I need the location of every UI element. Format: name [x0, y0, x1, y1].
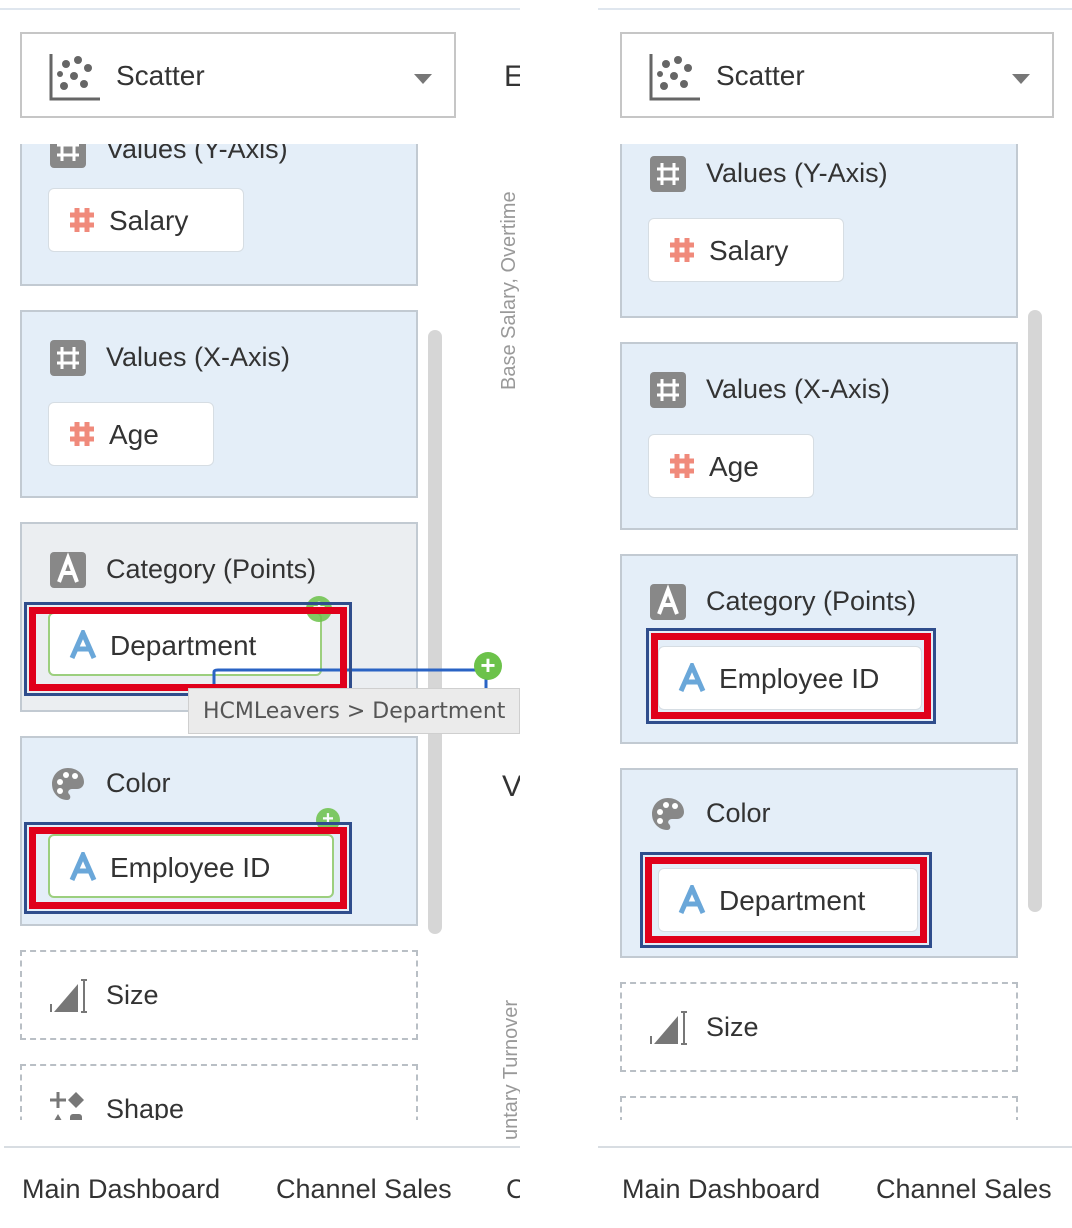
- salary-pill[interactable]: Salary: [48, 188, 244, 252]
- top-divider: [598, 8, 1072, 10]
- highlight-box-color: [24, 822, 352, 914]
- pill-label: Salary: [709, 235, 789, 266]
- hash-icon: [670, 238, 694, 262]
- palette-icon: [652, 798, 684, 830]
- x-axis-section[interactable]: Values (X-Axis) Age: [620, 342, 1018, 530]
- color-label: Color: [106, 768, 171, 798]
- y-axis-section[interactable]: Values (Y-Axis) Salary: [20, 144, 418, 286]
- size-icon: [50, 979, 87, 1013]
- canvas-second-title-partial: V: [502, 770, 520, 803]
- color-label: Color: [706, 798, 771, 828]
- text-a-box-icon: [650, 584, 686, 620]
- size-label: Size: [706, 1012, 759, 1042]
- size-drop-zone[interactable]: Size: [620, 982, 1018, 1072]
- tab-main-dashboard[interactable]: Main Dashboard: [622, 1174, 820, 1205]
- highlight-box-category: [24, 602, 352, 696]
- highlight-box-category: [646, 628, 936, 724]
- pill-label: Salary: [109, 205, 189, 236]
- tab-divider: [4, 1146, 520, 1148]
- age-pill[interactable]: Age: [48, 402, 214, 466]
- chart-type-label: Scatter: [116, 60, 205, 91]
- pill-label: Age: [109, 419, 159, 450]
- size-label: Size: [106, 980, 159, 1010]
- x-axis-section[interactable]: Values (X-Axis) Age: [20, 310, 418, 498]
- scatter-chart-icon: [649, 54, 700, 101]
- tab-divider: [598, 1146, 1072, 1148]
- size-drop-zone[interactable]: Size: [20, 950, 418, 1040]
- right-panel: Scatter Values (Y-Axis) Salary Values (X…: [598, 0, 1072, 1228]
- scrollbar[interactable]: [428, 330, 442, 934]
- tab-partial[interactable]: C: [506, 1174, 520, 1205]
- hash-box-icon: [50, 144, 86, 168]
- top-divider: [0, 8, 520, 10]
- shape-icon: [50, 1092, 84, 1120]
- hash-box-icon: [50, 340, 86, 376]
- add-plus-icon: +: [474, 652, 502, 680]
- age-pill[interactable]: Age: [648, 434, 814, 498]
- salary-pill[interactable]: Salary: [648, 218, 844, 282]
- drag-tooltip: HCMLeavers > Department: [188, 688, 520, 734]
- tab-channel-sales[interactable]: Channel Sales: [876, 1174, 1052, 1205]
- category-label: Category (Points): [706, 586, 917, 616]
- hash-box-icon: [650, 372, 686, 408]
- highlight-box-color: [640, 852, 932, 948]
- scatter-chart-icon: [49, 54, 100, 101]
- chart-type-dropdown[interactable]: Scatter: [20, 32, 456, 118]
- text-a-box-icon: [50, 552, 86, 588]
- tab-channel-sales[interactable]: Channel Sales: [276, 1174, 452, 1205]
- hash-icon: [70, 208, 94, 232]
- y-axis-label: Values (Y-Axis): [106, 144, 288, 164]
- y-axis-section[interactable]: Values (Y-Axis) Salary: [620, 144, 1018, 318]
- hash-icon: [70, 422, 94, 446]
- shape-drop-zone[interactable]: [620, 1096, 1018, 1120]
- hash-box-icon: [650, 156, 686, 192]
- tab-main-dashboard[interactable]: Main Dashboard: [22, 1174, 220, 1205]
- size-icon: [650, 1011, 687, 1045]
- chevron-down-icon[interactable]: [414, 74, 432, 84]
- left-panel: Scatter Values (Y-Axis) Salary Values (X…: [0, 0, 520, 1228]
- pill-label: Age: [709, 451, 759, 482]
- chart-type-dropdown[interactable]: Scatter: [620, 32, 1054, 118]
- shape-label: Shape: [106, 1094, 185, 1120]
- scrollbar[interactable]: [1028, 310, 1042, 912]
- lower-axis-title-partial: untary Turnover: [500, 999, 520, 1140]
- x-axis-label: Values (X-Axis): [106, 342, 291, 372]
- y-axis-title-partial: Base Salary, Overtime: [498, 191, 520, 390]
- palette-icon: [52, 768, 84, 800]
- hash-icon: [670, 454, 694, 478]
- y-axis-label: Values (Y-Axis): [706, 158, 888, 188]
- x-axis-label: Values (X-Axis): [706, 374, 891, 404]
- chevron-down-icon[interactable]: [1012, 74, 1030, 84]
- chart-type-label: Scatter: [716, 60, 805, 91]
- shape-drop-zone[interactable]: Shape: [20, 1064, 418, 1120]
- category-label: Category (Points): [106, 554, 317, 584]
- canvas-title-partial: E: [504, 60, 520, 93]
